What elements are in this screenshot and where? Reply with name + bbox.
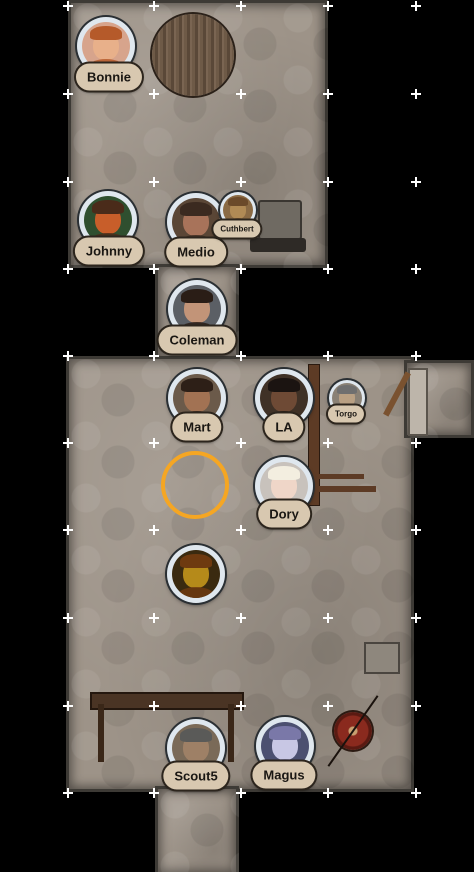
portrait-unnamed-creature — [172, 550, 220, 598]
nameplate-torgo: Torgo — [327, 405, 365, 423]
grid-marker — [411, 177, 421, 187]
chair-east — [364, 642, 400, 674]
nameplate-cuthbert: Cuthbert — [213, 220, 261, 238]
chair-north — [258, 200, 302, 240]
wooden-shelf-crossbar-2 — [318, 474, 364, 479]
wooden-shelf-crossbar — [318, 486, 376, 492]
grid-marker — [411, 264, 421, 274]
token-unnamed-creature[interactable] — [167, 545, 225, 603]
nameplate-magus: Magus — [252, 761, 316, 789]
round-wooden-table — [152, 14, 234, 96]
nameplate-coleman: Coleman — [158, 326, 236, 354]
nameplate-johnny: Johnny — [74, 237, 144, 265]
nameplate-dory: Dory — [258, 500, 310, 528]
battle-map[interactable]: Bonnie Johnny Medio Cuthbert Coleman Mar… — [0, 0, 474, 872]
table-leg-right — [228, 704, 234, 762]
grid-marker — [411, 89, 421, 99]
nameplate-mart: Mart — [172, 413, 222, 441]
corridor-south — [155, 786, 239, 872]
nameplate-la: LA — [264, 413, 304, 441]
selection-ring[interactable] — [161, 451, 229, 519]
chair-legs-north — [250, 238, 306, 252]
nameplate-bonnie: Bonnie — [75, 63, 143, 91]
long-wooden-table — [90, 692, 244, 710]
table-leg-left — [98, 704, 104, 762]
grid-marker — [411, 1, 421, 11]
stone-pillar — [408, 368, 428, 436]
nameplate-scout5: Scout5 — [163, 762, 229, 790]
nameplate-medio: Medio — [166, 238, 226, 266]
